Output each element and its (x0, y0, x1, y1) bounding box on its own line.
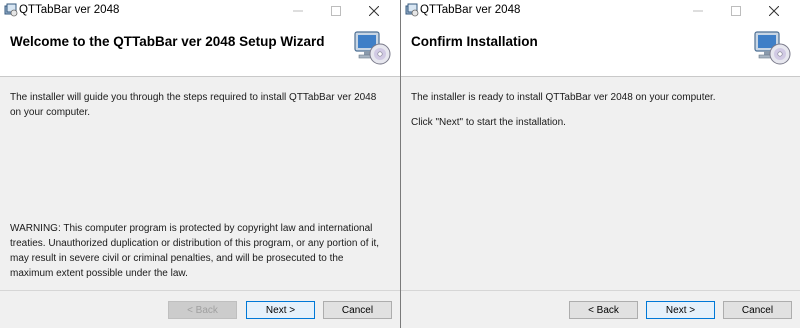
computer-cd-icon (754, 31, 791, 65)
minimize-icon (693, 10, 703, 11)
window-title: QTTabBar ver 2048 (19, 4, 120, 16)
banner-heading: Confirm Installation (411, 34, 538, 49)
minimize-button[interactable] (680, 0, 716, 21)
title-bar[interactable]: QTTabBar ver 2048 (401, 0, 800, 21)
maximize-button[interactable] (318, 0, 354, 21)
installer-app-icon (4, 3, 18, 17)
copyright-warning-text: WARNING: This computer program is protec… (10, 223, 380, 279)
wizard-banner: Welcome to the QTTabBar ver 2048 Setup W… (0, 21, 400, 77)
minimize-icon (293, 10, 303, 11)
banner-heading: Welcome to the QTTabBar ver 2048 Setup W… (10, 34, 325, 49)
back-button[interactable]: < Back (168, 301, 237, 319)
click-next-text: Click "Next" to start the installation. (411, 117, 566, 128)
minimize-button[interactable] (280, 0, 316, 21)
maximize-icon (731, 5, 741, 16)
cancel-button[interactable]: Cancel (323, 301, 392, 319)
computer-cd-icon (354, 31, 391, 65)
divider (0, 290, 400, 291)
close-icon (769, 5, 779, 16)
close-button[interactable] (756, 0, 792, 21)
wizard-banner: Confirm Installation (401, 21, 800, 77)
back-button[interactable]: < Back (569, 301, 638, 319)
cancel-button[interactable]: Cancel (723, 301, 792, 319)
intro-text: The installer will guide you through the… (10, 92, 377, 118)
next-button[interactable]: Next > (646, 301, 715, 319)
next-button[interactable]: Next > (246, 301, 315, 319)
divider (401, 290, 800, 291)
ready-text: The installer is ready to install QTTabB… (411, 92, 716, 103)
close-icon (369, 5, 379, 16)
window-title: QTTabBar ver 2048 (420, 4, 521, 16)
title-bar[interactable]: QTTabBar ver 2048 (0, 0, 400, 21)
setup-wizard-window-confirm: QTTabBar ver 2048 Confirm Installation T… (401, 0, 800, 328)
maximize-button[interactable] (718, 0, 754, 21)
installer-app-icon (405, 3, 419, 17)
setup-wizard-window-welcome: QTTabBar ver 2048 Welcome to the QTTabBa… (0, 0, 400, 328)
close-button[interactable] (356, 0, 392, 21)
maximize-icon (331, 5, 341, 16)
